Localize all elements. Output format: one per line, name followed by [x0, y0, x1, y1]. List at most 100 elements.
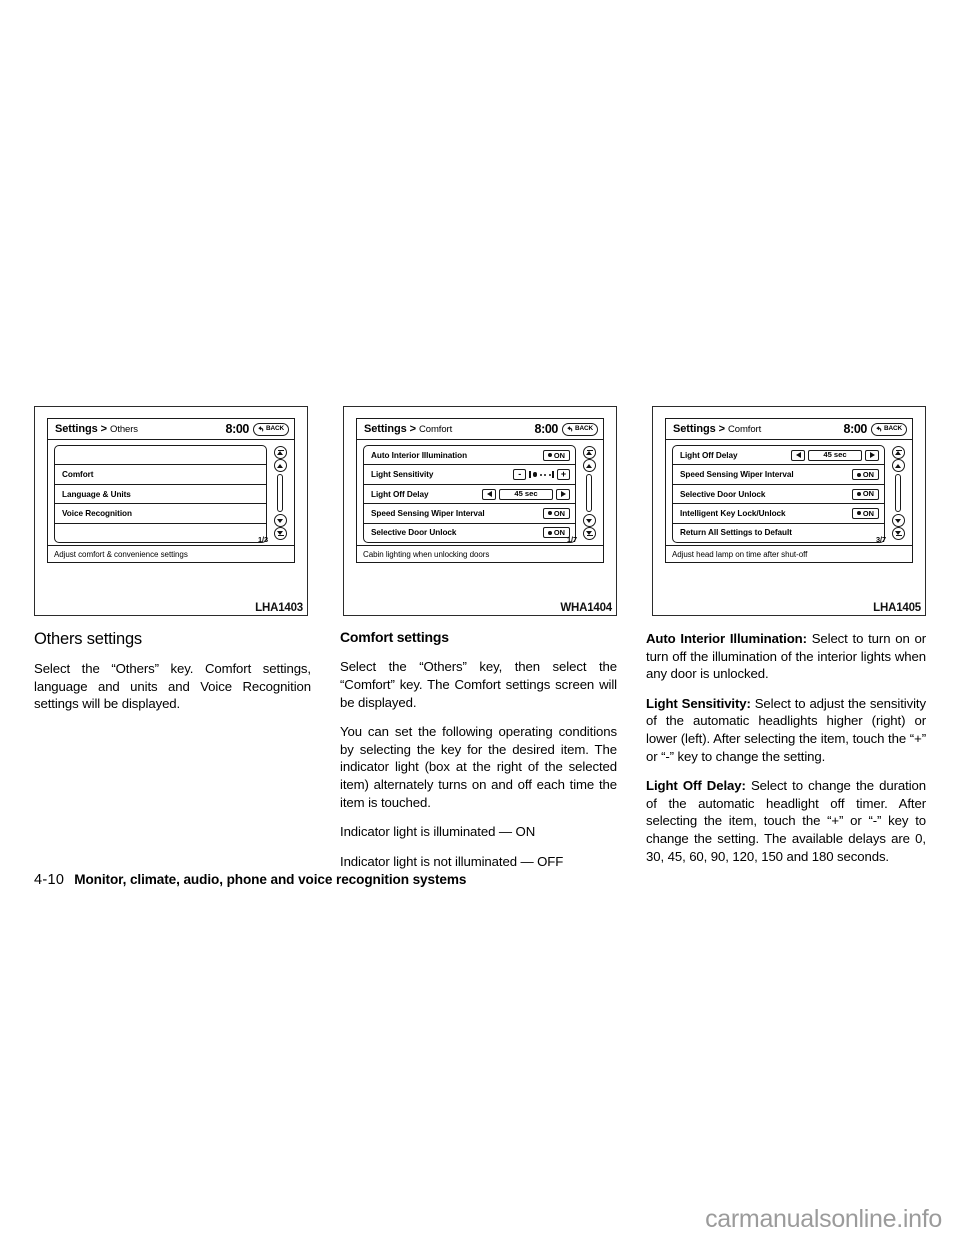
status-bar-text: Adjust comfort & convenience settings	[54, 549, 188, 559]
head-unit-screen-2: Settings > Comfort 8:00 BACK Auto Interi…	[356, 418, 604, 563]
back-button-label: BACK	[265, 424, 284, 432]
definition-auto-interior-illumination: Auto Interior Illumination: Select to tu…	[646, 630, 926, 683]
paragraph: Indicator light is not illuminated — OFF	[340, 853, 564, 869]
breadcrumb-root: Settings	[55, 423, 98, 435]
footer-chapter-title: Monitor, climate, audio, phone and voice…	[74, 872, 467, 887]
figure-code: LHA1403	[255, 602, 303, 614]
increment-button[interactable]	[865, 449, 879, 461]
scroll-top-button[interactable]	[273, 446, 287, 459]
settings-list: Auto Interior Illumination ON Light Sens…	[363, 445, 576, 543]
page-indicator: 1/3	[258, 535, 268, 544]
list-item-return-all-settings-to-default[interactable]: Return All Settings to Default	[673, 524, 884, 542]
screen-header: Settings > Others 8:00 BACK	[48, 419, 294, 440]
scroll-down-button[interactable]	[273, 514, 287, 527]
figure-wha1404: Settings > Comfort 8:00 BACK Auto Interi…	[343, 406, 617, 616]
list-item-selective-door-unlock[interactable]: Selective Door Unlock ON	[673, 485, 884, 505]
status-badge[interactable]: ON	[542, 527, 570, 539]
status-badge-label: ON	[862, 508, 874, 518]
back-button[interactable]: BACK	[870, 422, 907, 436]
plus-button[interactable]: +	[557, 469, 570, 481]
arrow-right-icon	[560, 491, 566, 498]
status-badge[interactable]: ON	[542, 449, 570, 461]
decrement-button[interactable]	[791, 449, 805, 461]
footer-page-number: 4-10	[34, 872, 65, 888]
back-arrow-icon	[876, 426, 882, 432]
status-bar: Adjust comfort & convenience settings	[48, 545, 294, 562]
list-item-light-sensitivity[interactable]: Light Sensitivity - +	[364, 465, 575, 485]
gauge-dot-icon	[548, 473, 551, 476]
list-item-label: Intelligent Key Lock/Unlock	[680, 508, 786, 518]
status-badge[interactable]: ON	[542, 507, 570, 519]
back-button[interactable]: BACK	[252, 422, 289, 436]
scrollbar[interactable]	[579, 445, 599, 543]
figure-lha1405: Settings > Comfort 8:00 BACK Light Off D…	[652, 406, 926, 616]
list-item-voice-recognition[interactable]: Voice Recognition	[55, 504, 266, 524]
status-badge-label: ON	[862, 469, 874, 479]
list-item-selective-door-unlock[interactable]: Selective Door Unlock ON	[364, 524, 575, 542]
list-item-light-off-delay[interactable]: Light Off Delay 45 sec	[364, 485, 575, 505]
list-item[interactable]	[55, 524, 266, 542]
definition-light-sensitivity: Light Sensitivity: Select to adjust the …	[646, 695, 926, 765]
list-item-speed-sensing-wiper-interval[interactable]: Speed Sensing Wiper Interval ON	[673, 465, 884, 485]
minus-button[interactable]: -	[513, 469, 527, 481]
scroll-up-button[interactable]	[273, 459, 287, 472]
breadcrumb-separator: >	[718, 423, 726, 435]
scroll-up-button[interactable]	[582, 459, 596, 472]
gauge-end-bar-icon	[529, 471, 531, 479]
list-item-label: Speed Sensing Wiper Interval	[371, 508, 485, 518]
scroll-down-button[interactable]	[891, 514, 905, 527]
breadcrumb-separator: >	[100, 423, 108, 435]
list-item-intelligent-key-lock-unlock[interactable]: Intelligent Key Lock/Unlock ON	[673, 504, 884, 524]
decrement-button[interactable]	[482, 488, 496, 500]
scroll-bottom-button[interactable]	[891, 527, 905, 540]
scrollbar[interactable]	[888, 445, 908, 543]
status-badge[interactable]: ON	[851, 469, 879, 481]
scroll-bottom-button[interactable]	[582, 527, 596, 540]
back-arrow-icon	[567, 426, 573, 432]
status-badge[interactable]: ON	[851, 507, 879, 519]
scroll-track[interactable]	[586, 474, 592, 512]
scroll-bottom-button[interactable]	[273, 527, 287, 540]
head-unit-screen-1: Settings > Others 8:00 BACK Comfort Lang…	[47, 418, 295, 563]
status-badge-label: ON	[553, 528, 565, 538]
list-item-language-units[interactable]: Language & Units	[55, 485, 266, 505]
breadcrumb-current: Comfort	[419, 423, 453, 435]
paragraph: Select the “Others” key. Comfort setting…	[34, 661, 311, 712]
status-badge-label: ON	[553, 508, 565, 518]
list-item-label: Auto Interior Illumination	[371, 450, 468, 460]
scroll-top-button[interactable]	[891, 446, 905, 459]
scroll-up-button[interactable]	[891, 459, 905, 472]
column-left: Others settings Select the “Others” key.…	[34, 630, 311, 870]
list-item-comfort[interactable]: Comfort	[55, 465, 266, 485]
scroll-track[interactable]	[895, 474, 901, 512]
scroll-up-icon	[895, 463, 901, 468]
value-field: 45 sec	[808, 449, 862, 461]
indicator-dot-icon	[856, 472, 861, 477]
scroll-top-icon	[277, 451, 283, 456]
list-item[interactable]	[55, 446, 266, 466]
scrollbar[interactable]	[270, 445, 290, 543]
arrow-right-icon	[869, 452, 875, 459]
back-button[interactable]: BACK	[561, 422, 598, 436]
scroll-top-button[interactable]	[582, 446, 596, 459]
scroll-track[interactable]	[277, 474, 283, 512]
list-item-label: Light Sensitivity	[371, 470, 434, 480]
value-field: 45 sec	[499, 488, 553, 500]
screen-header: Settings > Comfort 8:00 BACK	[666, 419, 912, 440]
list-item-label: Light Off Delay	[371, 489, 429, 499]
screen-body: Light Off Delay 45 sec Speed Sensing Wip…	[666, 440, 912, 545]
scroll-down-button[interactable]	[582, 514, 596, 527]
list-item-label: Selective Door Unlock	[680, 489, 766, 499]
status-badge[interactable]: ON	[851, 488, 879, 500]
screen-header: Settings > Comfort 8:00 BACK	[357, 419, 603, 440]
increment-button[interactable]	[556, 488, 570, 500]
figure-lha1403: Settings > Others 8:00 BACK Comfort Lang…	[34, 406, 308, 616]
definition-term: Light Off Delay:	[646, 778, 746, 794]
list-item-auto-interior-illumination[interactable]: Auto Interior Illumination ON	[364, 446, 575, 466]
list-item-light-off-delay[interactable]: Light Off Delay 45 sec	[673, 446, 884, 466]
indicator-dot-icon	[856, 492, 861, 497]
list-item-label: Speed Sensing Wiper Interval	[680, 470, 794, 480]
figure-code: WHA1404	[560, 602, 612, 614]
scroll-top-icon	[895, 451, 901, 456]
list-item-speed-sensing-wiper-interval[interactable]: Speed Sensing Wiper Interval ON	[364, 504, 575, 524]
